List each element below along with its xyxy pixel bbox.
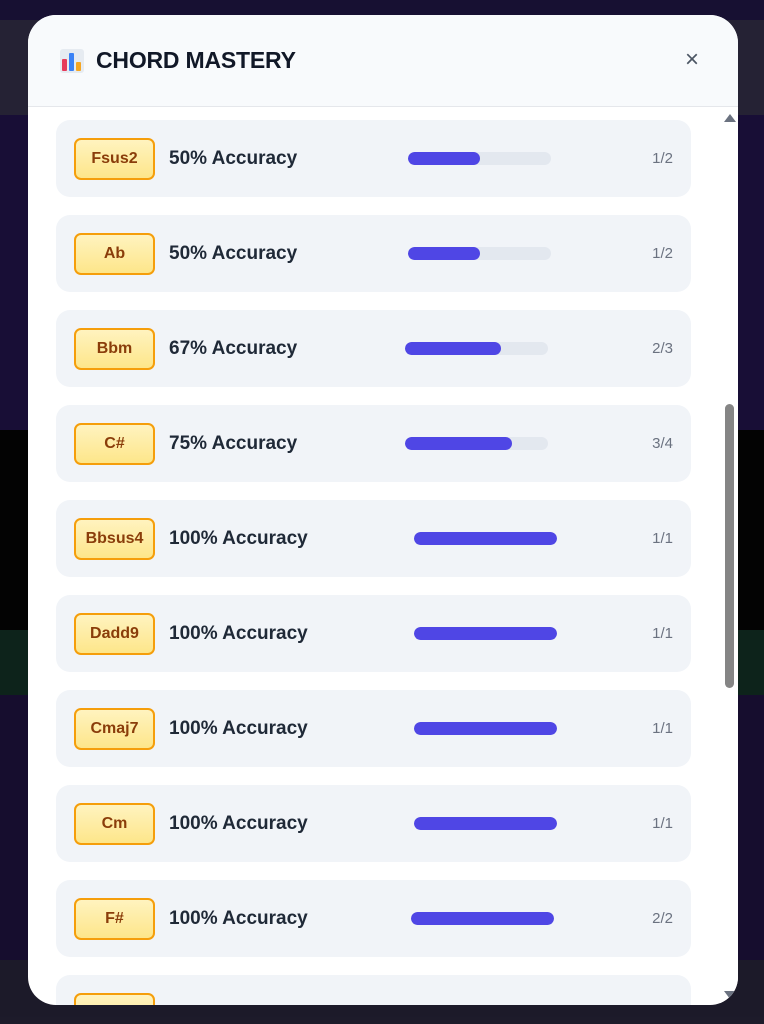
accuracy-progress-track [405, 437, 548, 450]
accuracy-progress-track [411, 912, 554, 925]
chord-row: Bbsus4 100% Accuracy 1/1 [56, 500, 691, 577]
attempt-count: 1/1 [652, 815, 673, 832]
accuracy-label: 100% Accuracy [169, 527, 308, 549]
bar-chart-icon [60, 48, 84, 73]
accuracy-label: 50% Accuracy [169, 147, 298, 169]
chord-badge [74, 992, 155, 1005]
accuracy-label: 100% Accuracy [169, 812, 308, 834]
chord-row: Cmaj7 100% Accuracy 1/1 [56, 690, 691, 767]
chord-row: Cm 100% Accuracy 1/1 [56, 785, 691, 862]
accuracy-label: 100% Accuracy [169, 907, 308, 929]
chord-mastery-modal: CHORD MASTERY × Fsus2 50% Accuracy 1/2 Ab 50… [28, 15, 738, 1005]
chord-list: Fsus2 50% Accuracy 1/2 Ab 50% Accuracy 1/2 Bbm… [56, 120, 691, 1005]
accuracy-progress-track [414, 722, 557, 735]
attempt-count: 2/3 [652, 340, 673, 357]
close-button[interactable]: × [680, 48, 704, 72]
chord-row: Ab 50% Accuracy 1/2 [56, 215, 691, 292]
attempt-count: 1/2 [652, 245, 673, 262]
attempt-count: 3/4 [652, 435, 673, 452]
chord-row: C# 75% Accuracy 3/4 [56, 405, 691, 482]
attempt-count: 1/1 [652, 720, 673, 737]
chord-badge: F# [74, 897, 155, 940]
accuracy-progress-fill [405, 437, 513, 450]
chord-row: Fsus2 50% Accuracy 1/2 [56, 120, 691, 197]
chord-badge: Fsus2 [74, 137, 155, 180]
accuracy-label: 75% Accuracy [169, 432, 298, 454]
accuracy-progress-fill [408, 152, 480, 165]
accuracy-progress-track [414, 627, 557, 640]
chord-row: Dadd9 100% Accuracy 1/1 [56, 595, 691, 672]
chord-badge: Ab [74, 232, 155, 275]
accuracy-label: 100% Accuracy [169, 622, 308, 644]
accuracy-progress-fill [414, 627, 557, 640]
chord-row: Bbm 67% Accuracy 2/3 [56, 310, 691, 387]
chord-list-scroll-area[interactable]: Fsus2 50% Accuracy 1/2 Ab 50% Accuracy 1/2 Bbm… [28, 108, 738, 1005]
chord-badge: C# [74, 422, 155, 465]
modal-title: CHORD MASTERY [96, 47, 296, 73]
accuracy-progress-fill [411, 912, 554, 925]
scrollbar-thumb[interactable] [725, 404, 734, 688]
chord-row [56, 975, 691, 1005]
scrollbar[interactable] [720, 108, 738, 1005]
chord-row: F# 100% Accuracy 2/2 [56, 880, 691, 957]
accuracy-progress-track [408, 247, 551, 260]
attempt-count: 1/1 [652, 530, 673, 547]
accuracy-progress-track [408, 152, 551, 165]
chord-badge: Cm [74, 802, 155, 845]
chord-badge: Bbm [74, 327, 155, 370]
chord-badge: Dadd9 [74, 612, 155, 655]
accuracy-progress-fill [408, 247, 480, 260]
modal-header: CHORD MASTERY × [28, 15, 738, 107]
accuracy-progress-track [405, 342, 548, 355]
attempt-count: 2/2 [652, 910, 673, 927]
accuracy-label: 50% Accuracy [169, 242, 298, 264]
accuracy-progress-fill [405, 342, 501, 355]
attempt-count: 1/2 [652, 150, 673, 167]
chord-badge: Cmaj7 [74, 707, 155, 750]
accuracy-label: 67% Accuracy [169, 337, 298, 359]
accuracy-progress-fill [414, 532, 557, 545]
accuracy-progress-fill [414, 722, 557, 735]
scroll-down-arrow-icon[interactable] [724, 991, 736, 999]
accuracy-label: 100% Accuracy [169, 717, 308, 739]
chord-badge: Bbsus4 [74, 517, 155, 560]
accuracy-progress-track [414, 817, 557, 830]
accuracy-progress-fill [414, 817, 557, 830]
attempt-count: 1/1 [652, 625, 673, 642]
scroll-up-arrow-icon[interactable] [724, 114, 736, 122]
accuracy-progress-track [414, 532, 557, 545]
